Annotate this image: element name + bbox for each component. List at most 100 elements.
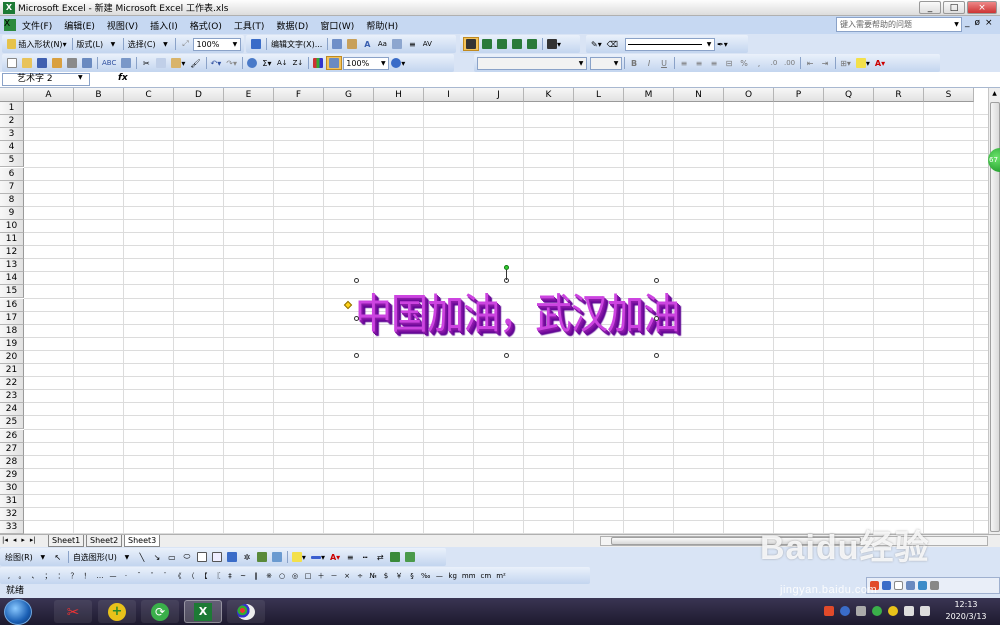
draw-font-color-icon[interactable]: A▾ <box>328 550 342 564</box>
symbol-button[interactable]: ※ <box>263 569 275 583</box>
select-dropdown-icon[interactable]: ▼ <box>158 37 172 51</box>
last-sheet-icon[interactable]: ▸| <box>30 536 36 544</box>
row-header-1[interactable]: 1 <box>0 102 24 115</box>
percent-icon[interactable]: , <box>752 56 766 70</box>
help-icon[interactable]: ▾ <box>389 56 407 70</box>
name-box-dropdown-icon[interactable]: ▼ <box>78 74 83 81</box>
row-header-17[interactable]: 17 <box>0 311 24 325</box>
symbol-button[interactable]: ‡ <box>224 569 236 583</box>
ink-color-icon[interactable]: ✒▾ <box>715 37 730 51</box>
arrow-icon[interactable]: ↘ <box>150 550 164 564</box>
column-header-g[interactable]: G <box>324 88 374 102</box>
row-header-30[interactable]: 30 <box>0 481 24 495</box>
decrease-indent-icon[interactable]: ⇤ <box>803 56 817 70</box>
symbol-button[interactable]: ‖ <box>250 569 262 583</box>
menu-format[interactable]: 格式(O) <box>184 19 228 32</box>
increase-decimal-icon[interactable]: .0 <box>767 56 781 70</box>
row-header-11[interactable]: 11 <box>0 233 24 246</box>
menu-edit[interactable]: 编辑(E) <box>58 19 101 32</box>
format-painter-icon[interactable]: 🖌 <box>188 56 202 70</box>
help-dropdown-icon[interactable]: ▼ <box>952 18 961 31</box>
character-spacing-icon[interactable]: AV <box>420 37 434 51</box>
symbol-button[interactable]: ； <box>42 569 54 583</box>
row-header-29[interactable]: 29 <box>0 468 24 482</box>
taskbar-app-scissors[interactable]: ✂ <box>54 600 92 623</box>
row-header-24[interactable]: 24 <box>0 403 24 417</box>
minimize-button[interactable]: _ <box>919 1 941 14</box>
symbol-button[interactable]: ？ <box>68 569 80 583</box>
column-header-k[interactable]: K <box>524 88 574 102</box>
permission-icon[interactable] <box>50 56 64 70</box>
column-header-j[interactable]: J <box>474 88 524 102</box>
row-header-10[interactable]: 10 <box>0 219 24 233</box>
column-header-m[interactable]: M <box>624 88 674 102</box>
wordart-object[interactable]: 中国加油，武汉加油 <box>355 280 680 340</box>
shadow-on-icon[interactable] <box>463 37 479 51</box>
column-header-l[interactable]: L <box>574 88 624 102</box>
draw-line-color-icon[interactable]: ▾ <box>309 550 327 564</box>
fill-color-icon[interactable]: ▾ <box>854 56 872 70</box>
redo-icon[interactable]: ↷▾ <box>224 56 239 70</box>
font-name-select[interactable]: ▼ <box>477 56 587 70</box>
undo-icon[interactable]: ↶▾ <box>209 56 224 70</box>
tray-arrow-icon[interactable] <box>856 606 866 616</box>
symbol-button[interactable]: § <box>406 569 418 583</box>
nudge-left-icon[interactable] <box>510 37 524 51</box>
row-header-13[interactable]: 13 <box>0 259 24 273</box>
column-header-d[interactable]: D <box>174 88 224 102</box>
restore-button[interactable]: □ <box>943 1 965 14</box>
tray-update-icon[interactable] <box>888 606 898 616</box>
symbol-button[interactable]: № <box>367 569 379 583</box>
taskbar-app-refresh[interactable]: ⟳ <box>141 600 179 623</box>
merge-center-icon[interactable]: ⊟ <box>722 56 736 70</box>
resize-handle-top-right[interactable] <box>654 278 659 283</box>
tray-volume-icon[interactable] <box>920 606 930 616</box>
arrow-style-icon[interactable]: ⇄ <box>373 550 387 564</box>
row-header-31[interactable]: 31 <box>0 495 24 508</box>
canvas-zoom-select[interactable]: 100% ▼ <box>193 37 241 51</box>
first-sheet-icon[interactable]: |◂ <box>2 536 8 544</box>
vertical-text-icon[interactable] <box>390 37 404 51</box>
nudge-up-icon[interactable] <box>480 37 494 51</box>
symbol-button[interactable]: ＋ <box>315 569 327 583</box>
symbol-button[interactable]: □ <box>302 569 314 583</box>
textbox-icon[interactable] <box>195 550 209 564</box>
shadow-color-icon[interactable]: ▾ <box>545 37 563 51</box>
resize-handle-left[interactable] <box>354 316 359 321</box>
row-header-18[interactable]: 18 <box>0 324 24 338</box>
nudge-down-icon[interactable] <box>495 37 509 51</box>
ime-punct-icon[interactable] <box>894 581 903 590</box>
row-header-28[interactable]: 28 <box>0 455 24 469</box>
autoshapes-button[interactable]: 自选图形(U) <box>71 550 119 564</box>
row-header-3[interactable]: 3 <box>0 128 24 142</box>
insert-shape-button[interactable]: 插入形状(N) ▾ <box>5 37 69 51</box>
nudge-right-icon[interactable] <box>525 37 539 51</box>
symbol-button[interactable]: — <box>107 569 119 583</box>
row-header-23[interactable]: 23 <box>0 390 24 404</box>
font-color-icon[interactable]: A▾ <box>873 56 887 70</box>
symbol-button[interactable]: 【 <box>198 569 210 583</box>
save-icon[interactable] <box>35 56 49 70</box>
line-style-icon[interactable]: ≡ <box>343 550 357 564</box>
picture-icon[interactable] <box>270 550 284 564</box>
taskbar-clock[interactable]: 12:13 2020/3/13 <box>938 599 994 623</box>
symbol-button[interactable]: · <box>120 569 132 583</box>
row-header-22[interactable]: 22 <box>0 377 24 391</box>
row-header-9[interactable]: 9 <box>0 206 24 220</box>
symbol-button[interactable]: ˉ <box>133 569 145 583</box>
chart-wizard-icon[interactable] <box>311 56 325 70</box>
align-left-icon[interactable]: ≡ <box>677 56 691 70</box>
tray-network-icon[interactable] <box>904 606 914 616</box>
open-icon[interactable] <box>20 56 34 70</box>
oval-icon[interactable]: ⬭ <box>180 550 194 564</box>
align-center-icon[interactable]: ≡ <box>692 56 706 70</box>
symbol-button[interactable]: 。 <box>16 569 28 583</box>
doc-minimize-button[interactable]: _ <box>965 18 970 28</box>
sort-descending-icon[interactable]: Z↓ <box>291 56 306 70</box>
font-size-select[interactable]: ▼ <box>590 56 622 70</box>
insert-function-icon[interactable]: fx <box>118 73 128 83</box>
rectangle-icon[interactable]: ▭ <box>165 550 179 564</box>
draw-menu-button[interactable]: 绘图(R) <box>3 550 35 564</box>
clipart-icon[interactable] <box>255 550 269 564</box>
symbol-button[interactable]: 〖 <box>211 569 223 583</box>
